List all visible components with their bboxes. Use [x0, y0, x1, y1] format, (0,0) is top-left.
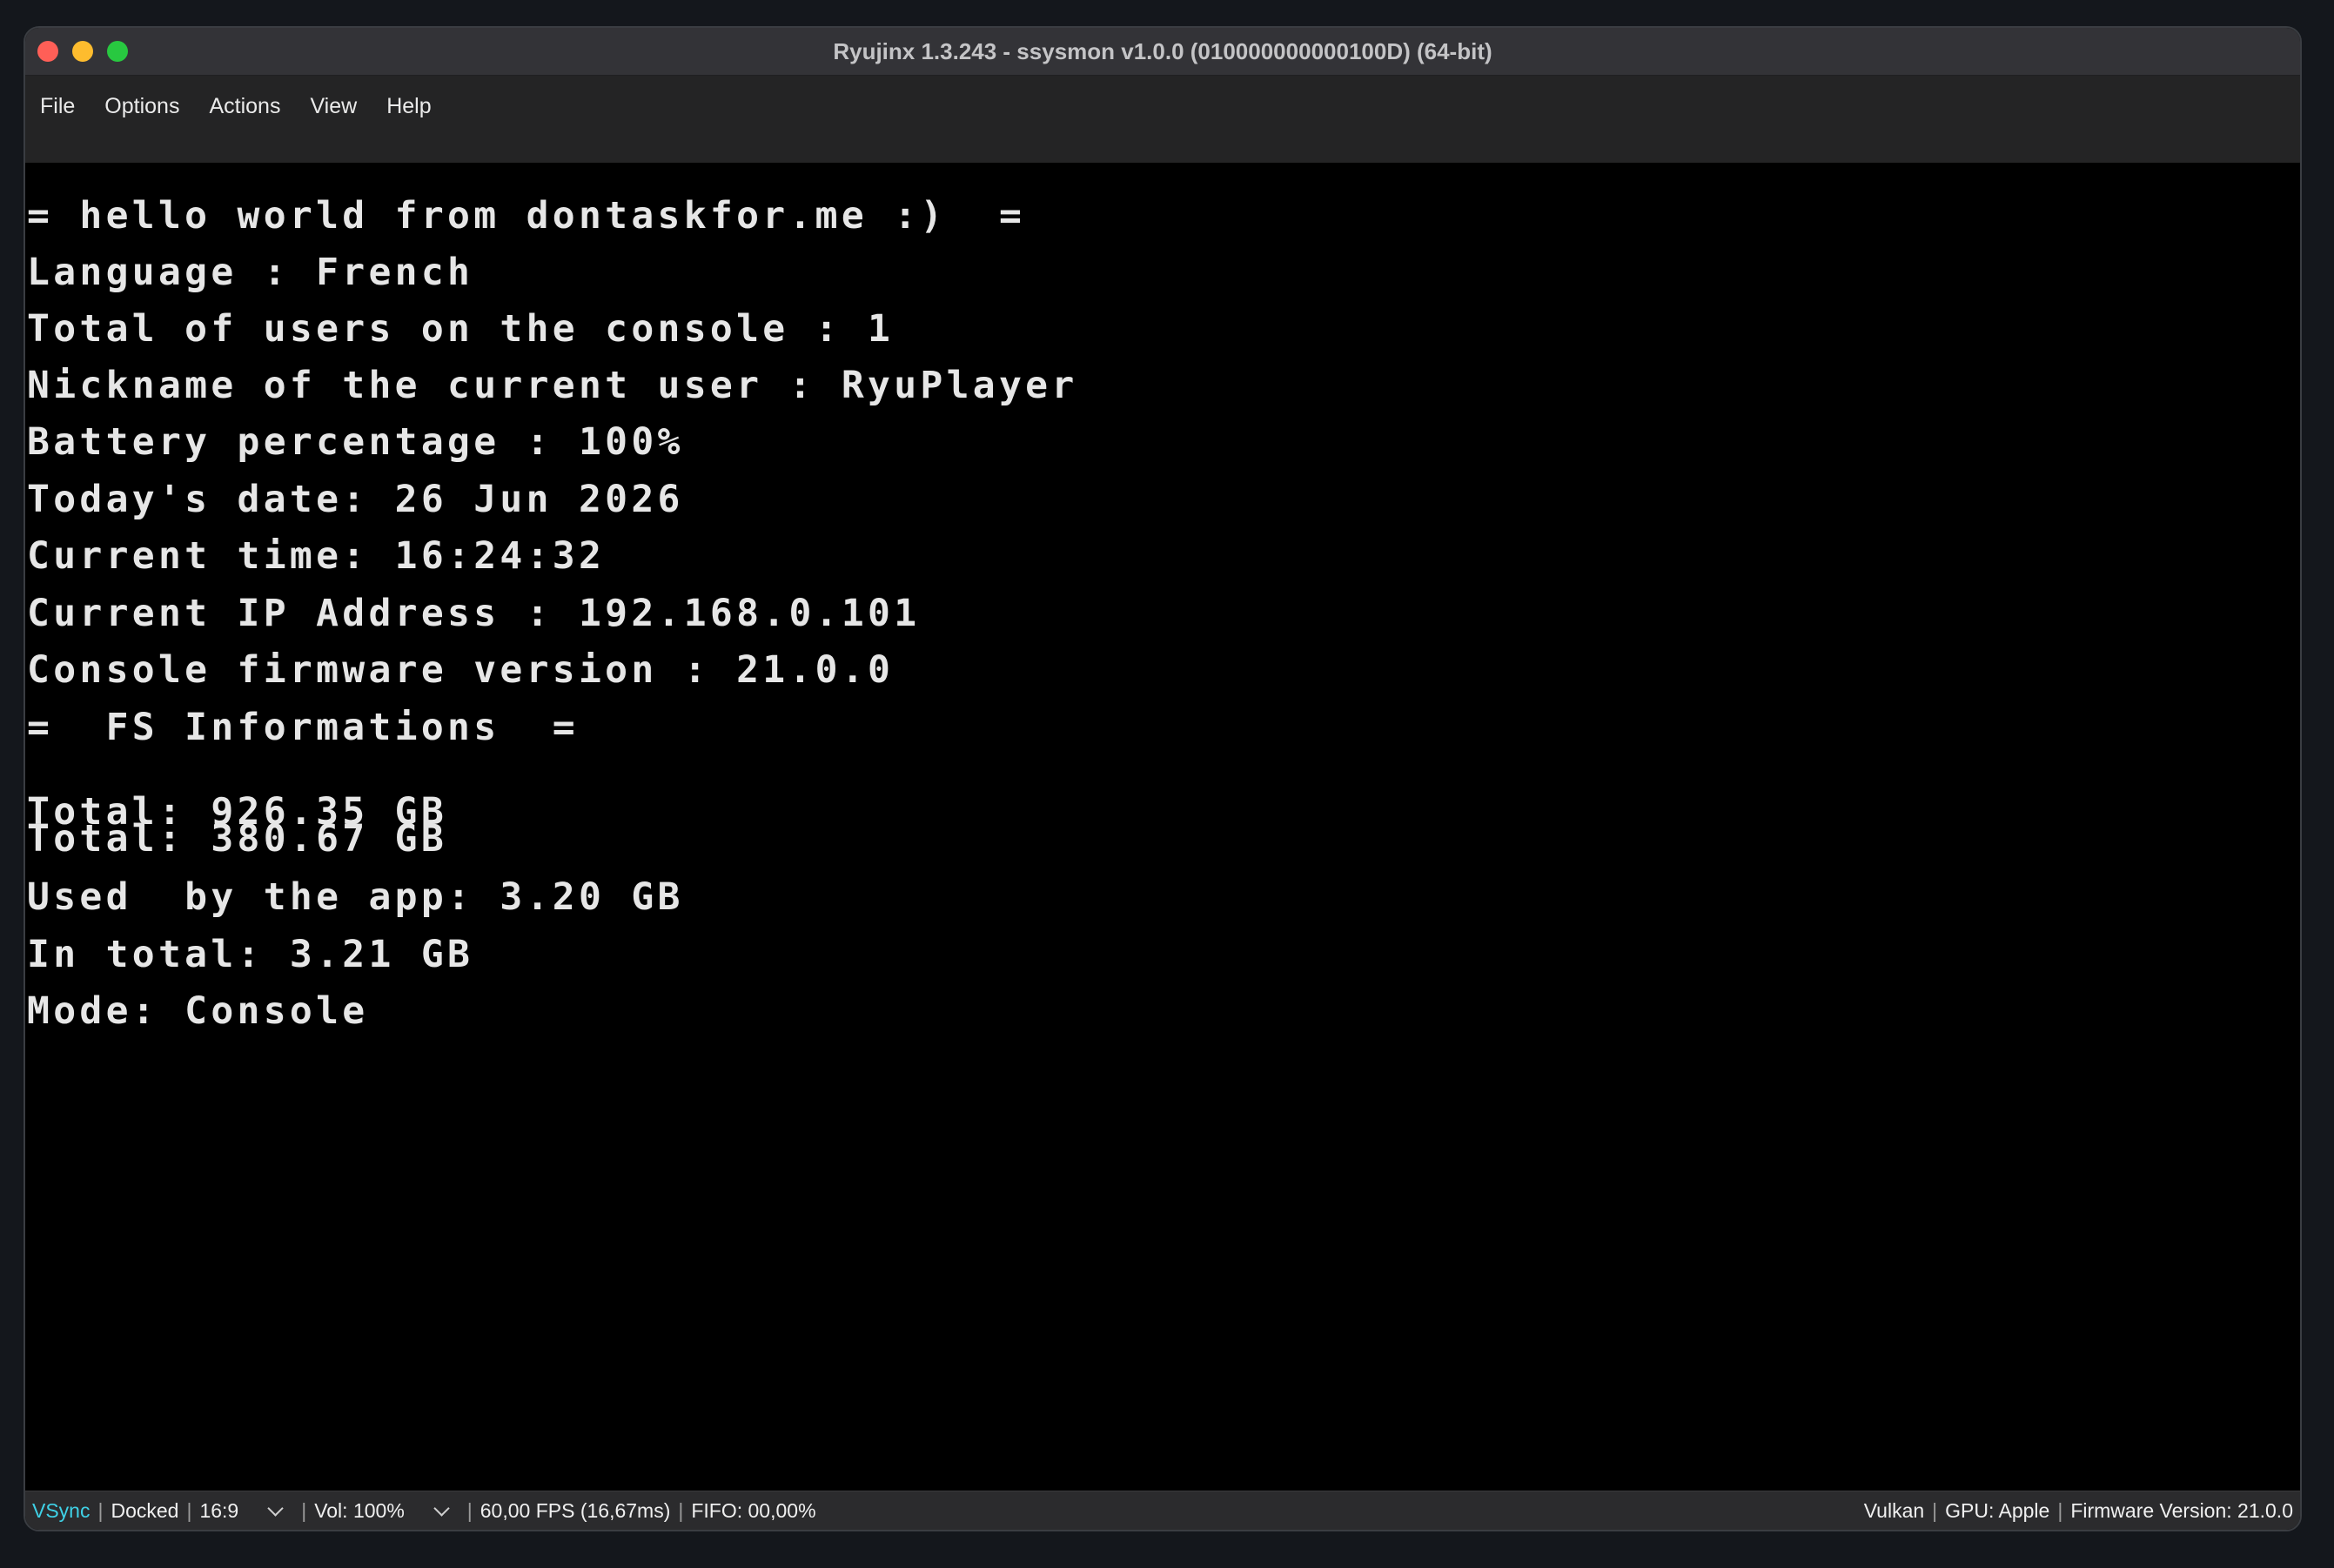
console-line-ip: Current IP Address : 192.168.0.101 — [27, 592, 921, 635]
console-line-battery: Battery percentage : 100% — [27, 420, 684, 464]
title-bar[interactable]: Ryujinx 1.3.243 - ssysmon v1.0.0 (010000… — [25, 28, 2300, 76]
menu-actions[interactable]: Actions — [194, 84, 295, 128]
console-line-nickname: Nickname of the current user : RyuPlayer — [27, 364, 1078, 407]
firmware-version: Firmware Version: 21.0.0 — [2070, 1498, 2293, 1522]
gpu-name: GPU: Apple — [1945, 1498, 2050, 1522]
window-title: Ryujinx 1.3.243 - ssysmon v1.0.0 (010000… — [833, 38, 1492, 64]
menu-bar: File Options Actions View Help — [25, 76, 2300, 163]
volume-dropdown[interactable]: Vol: 100% — [314, 1498, 450, 1523]
vsync-toggle[interactable]: VSync — [32, 1499, 90, 1523]
status-separator: | — [466, 1498, 473, 1522]
status-separator: | — [186, 1498, 192, 1522]
status-separator: | — [97, 1498, 104, 1522]
chevron-down-icon — [433, 1499, 450, 1517]
console-line-users: Total of users on the console : 1 — [27, 307, 895, 351]
console-line-mode: Mode: Console — [27, 989, 369, 1033]
console-line-time: Current time: 16:24:32 — [27, 534, 606, 578]
console-line-language: Language : French — [27, 251, 474, 294]
menu-options[interactable]: Options — [90, 84, 194, 128]
console-line-header: = hello world from dontaskfor.me :) = — [27, 194, 1026, 238]
status-separator: | — [2057, 1498, 2063, 1522]
volume-value: Vol: 100% — [314, 1498, 405, 1522]
game-screen[interactable]: = hello world from dontaskfor.me :) = La… — [25, 163, 2300, 1491]
chevron-down-icon — [267, 1499, 284, 1517]
console-line-fs-total-2: Total: 380.67 GB — [27, 817, 448, 861]
menu-view[interactable]: View — [295, 84, 372, 128]
aspect-ratio-value: 16:9 — [199, 1498, 239, 1522]
menu-help[interactable]: Help — [372, 84, 446, 128]
console-line-app-usage: Used by the app: 3.20 GB — [27, 875, 684, 919]
console-line-date: Today's date: 26 Jun 2026 — [27, 478, 684, 521]
fifo-readout: FIFO: 00,00% — [691, 1498, 816, 1522]
console-line-total-usage: In total: 3.21 GB — [27, 933, 474, 976]
status-separator: | — [301, 1498, 307, 1522]
console-line-fs-header: = FS Informations = — [27, 706, 579, 749]
status-bar: VSync | Docked | 16:9 | Vol: 100% | 60,0… — [25, 1491, 2300, 1530]
docked-toggle[interactable]: Docked — [111, 1499, 178, 1523]
fps-readout: 60,00 FPS (16,67ms) — [480, 1498, 671, 1522]
console-line-firmware: Console firmware version : 21.0.0 — [27, 648, 895, 692]
app-window: Ryujinx 1.3.243 - ssysmon v1.0.0 (010000… — [23, 26, 2302, 1531]
aspect-ratio-dropdown[interactable]: 16:9 — [199, 1498, 284, 1523]
status-separator: | — [1932, 1498, 1938, 1522]
status-separator: | — [678, 1498, 684, 1522]
graphics-backend: Vulkan — [1863, 1498, 1925, 1522]
menu-file[interactable]: File — [25, 84, 90, 128]
